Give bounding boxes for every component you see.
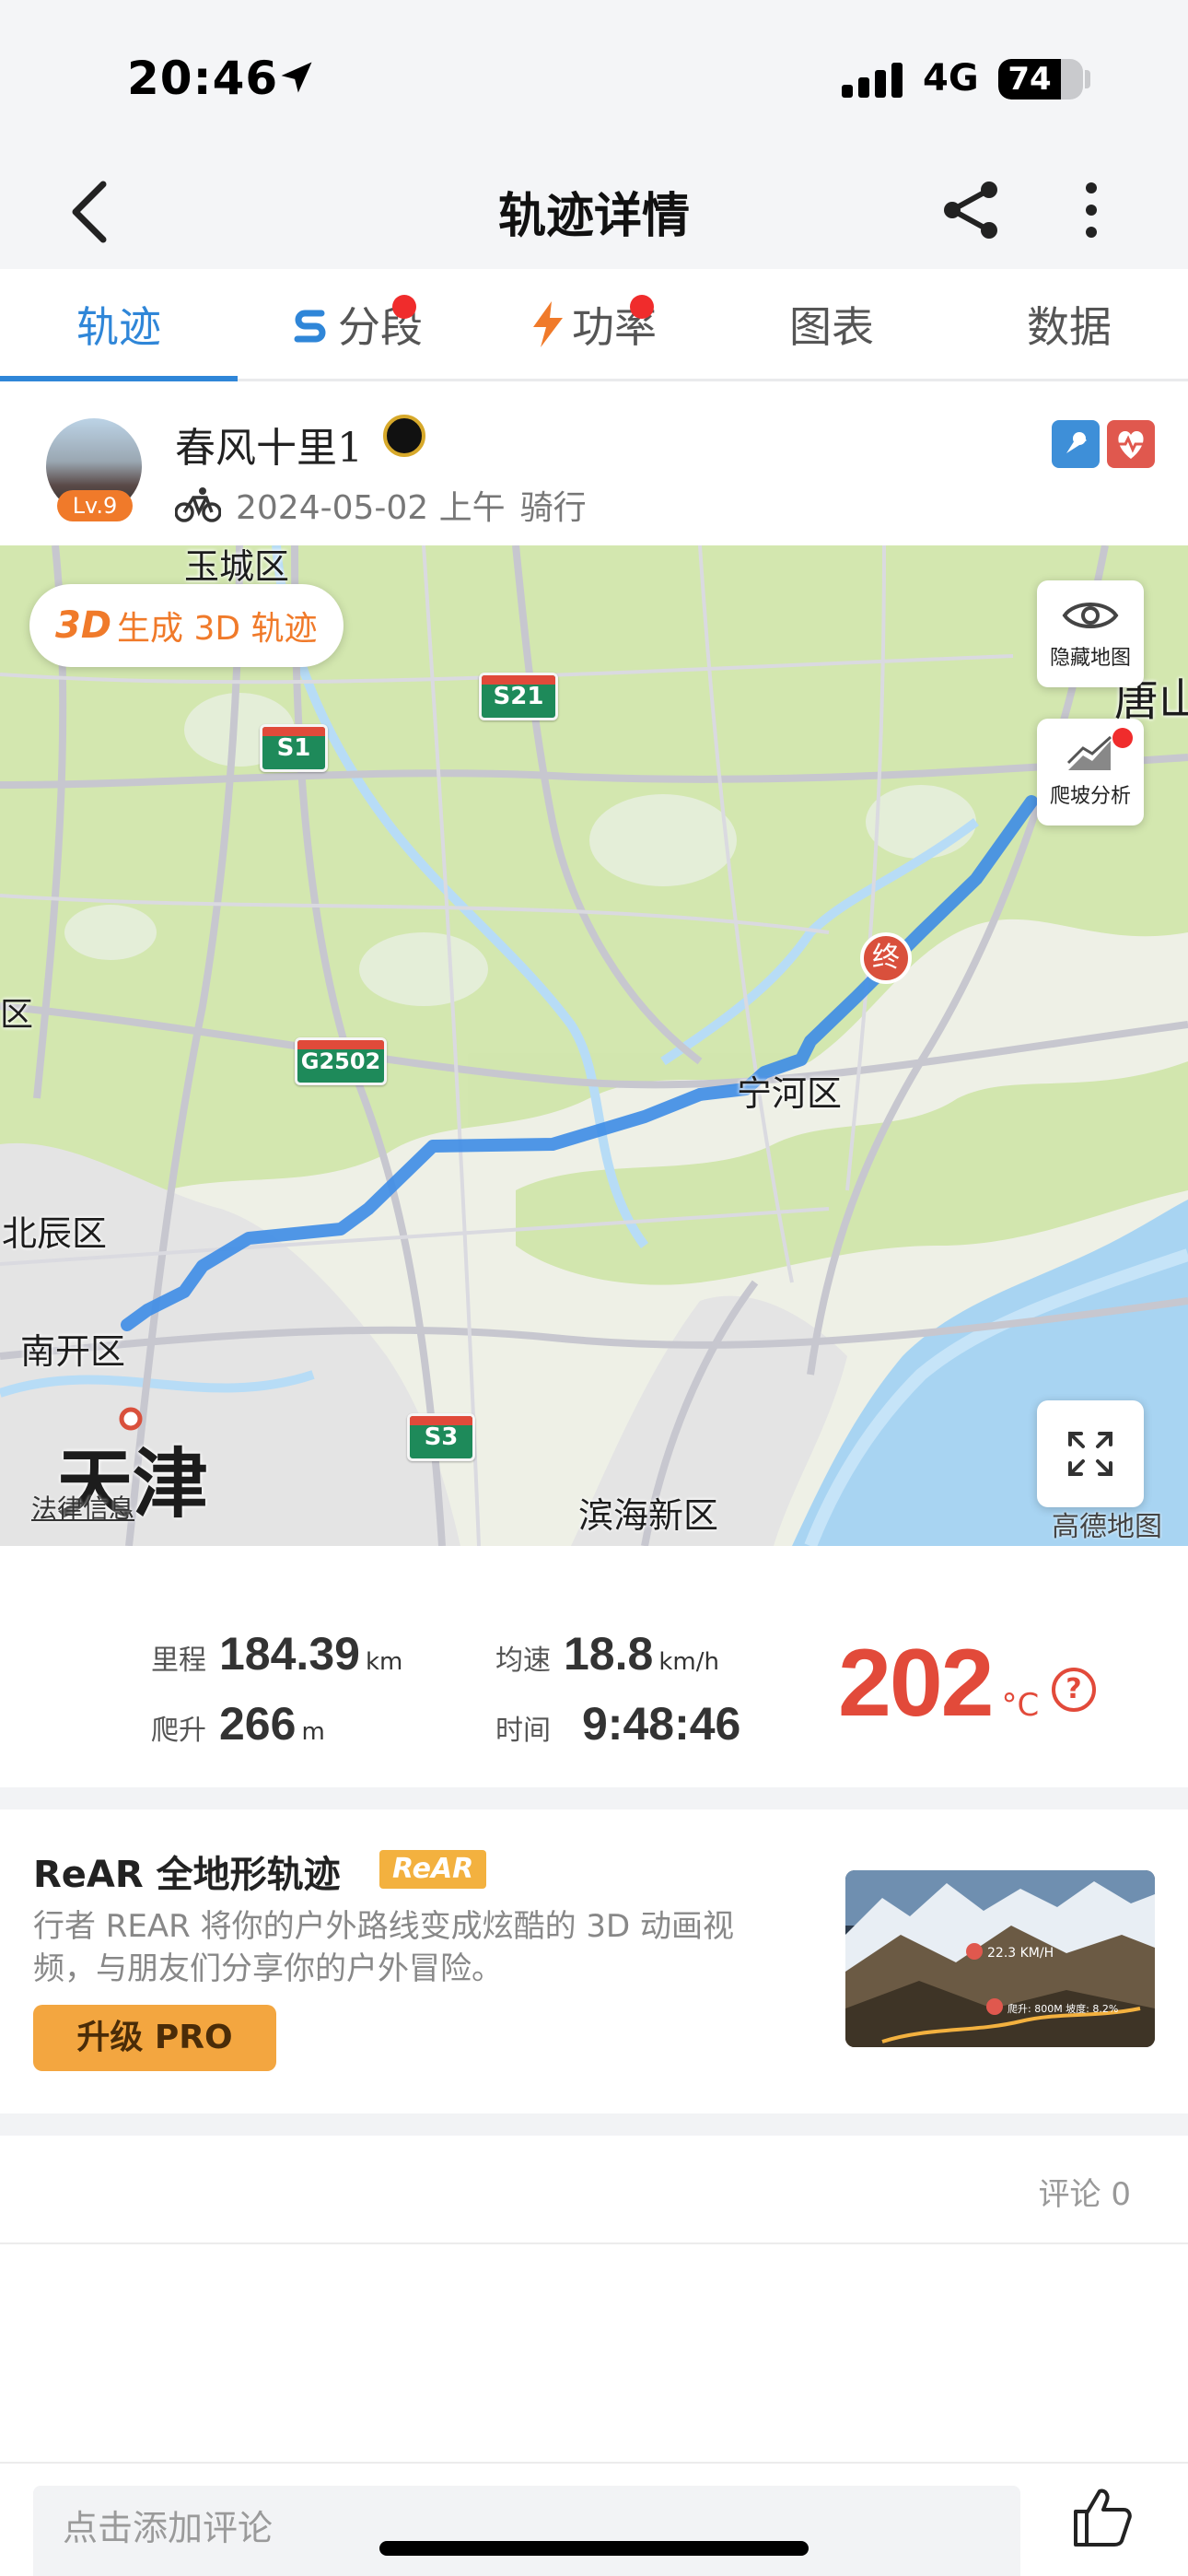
comment-input[interactable]: 点击添加评论 <box>33 2486 1020 2576</box>
promo-tag: ReAR <box>379 1850 487 1889</box>
expand-icon <box>1068 1432 1112 1476</box>
stat-value: 9:48:46 <box>582 1698 741 1750</box>
road-shield-s1: S1 <box>260 724 328 772</box>
stat-value: 184.39 <box>219 1628 360 1680</box>
home-indicator <box>379 2541 809 2556</box>
btn-3d-prefix: 3D <box>55 604 112 647</box>
comment-count: 评论 0 <box>1038 2176 1131 2213</box>
climb-analysis-label: 爬坡分析 <box>1049 785 1131 808</box>
stat-unit: km <box>365 1648 403 1676</box>
tab-charts[interactable]: 图表 <box>713 269 950 379</box>
map-label-yucheng: 玉城区 <box>184 546 290 587</box>
ride-info: 2024-05-02 上午 骑行 <box>175 481 587 529</box>
battery-indicator: 74 <box>998 59 1083 100</box>
divider <box>0 1787 1188 1809</box>
divider <box>0 2113 1188 2136</box>
tab-label: 数据 <box>1027 301 1112 352</box>
calorie-unit: °C <box>1001 1687 1040 1724</box>
medal-icon[interactable] <box>383 415 425 457</box>
share-icon[interactable] <box>939 181 1006 240</box>
map-label-nankai: 南开区 <box>20 1331 126 1372</box>
promo-title: ReAR 全地形轨迹 <box>33 1854 341 1896</box>
status-time: 20:46 <box>127 52 279 105</box>
activity-type: 骑行 <box>519 489 587 527</box>
legal-info-link[interactable]: 法律信息 <box>31 1489 134 1526</box>
route-map[interactable]: 玉城区 唐山 区 宁河区 北辰区 南开区 天津 滨海新区 S21 S1 G250… <box>0 545 1188 1546</box>
map-provider: 高德地图 <box>1052 1511 1162 1543</box>
stat-label: 里程 <box>151 1645 206 1677</box>
notification-dot <box>1112 728 1133 748</box>
calorie-value: 202 °C <box>838 1629 1039 1739</box>
help-icon[interactable]: ? <box>1052 1668 1096 1712</box>
battery-percent: 74 <box>1007 61 1052 98</box>
upgrade-pro-button[interactable]: 升级 PRO <box>33 2005 276 2071</box>
fullscreen-button[interactable] <box>1037 1400 1144 1507</box>
stat-unit: m <box>301 1718 325 1746</box>
promo-thumbnail[interactable]: 22.3 KM/H 爬升: 800M 坡度: 8.2% <box>845 1870 1155 2047</box>
segment-icon <box>294 310 326 342</box>
network-type: 4G <box>923 57 979 100</box>
level-badge: Lv.9 <box>57 490 133 521</box>
stat-label: 时间 <box>495 1715 551 1747</box>
road-shield-s3: S3 <box>407 1413 475 1461</box>
map-canvas <box>0 545 1188 1546</box>
tab-power[interactable]: 功率 <box>475 269 713 379</box>
generate-3d-button[interactable]: 3D 生成 3D 轨迹 <box>29 584 344 667</box>
stat-value: 18.8 <box>564 1628 654 1680</box>
rear-promo-card[interactable]: ReAR 全地形轨迹 ReAR 行者 REAR 将你的户外路线变成炫酷的 3D … <box>0 1809 1188 2113</box>
road-shield-s21: S21 <box>479 673 558 720</box>
mountain-thumbnail: 22.3 KM/H 爬升: 800M 坡度: 8.2% <box>845 1870 1155 2047</box>
tab-data[interactable]: 数据 <box>950 269 1188 379</box>
hide-map-label: 隐藏地图 <box>1049 647 1131 670</box>
comments-header: 评论 0 <box>0 2136 1188 2244</box>
lightning-icon <box>533 300 563 347</box>
device-badge-icon[interactable] <box>1052 420 1100 468</box>
promo-description: 行者 REAR 将你的户外路线变成炫酷的 3D 动画视频，与朋友们分享你的户外冒… <box>33 1908 735 1987</box>
notification-dot <box>630 295 654 319</box>
stat-distance: 里程 184.39 km <box>151 1627 402 1680</box>
calorie-number: 202 <box>838 1630 995 1737</box>
thumb-stats: 爬升: 800M 坡度: 8.2% <box>1007 2002 1118 2015</box>
stat-time: 时间 9:48:46 <box>495 1697 740 1751</box>
cellular-signal-icon <box>842 63 903 98</box>
tab-segments[interactable]: 分段 <box>238 269 475 379</box>
thumb-speed: 22.3 KM/H <box>987 1946 1054 1961</box>
more-vertical-icon[interactable] <box>1077 181 1105 240</box>
tab-track[interactable]: 轨迹 <box>0 269 238 381</box>
stat-unit: km/h <box>658 1648 719 1676</box>
stat-label: 均速 <box>495 1645 551 1677</box>
user-name[interactable]: 春风十里1 <box>175 415 363 474</box>
stat-speed: 均速 18.8 km/h <box>495 1627 719 1680</box>
ride-date: 2024-05-02 上午 <box>236 489 506 527</box>
eye-icon <box>1062 603 1119 628</box>
route-end-marker[interactable]: 终 <box>860 932 912 984</box>
tab-bar: 轨迹 分段 功率 图表 数据 <box>0 269 1188 381</box>
user-profile: Lv.9 春风十里1 2024-05-02 上午 骑行 <box>0 381 1188 545</box>
page-title: 轨迹详情 <box>497 189 690 244</box>
hide-map-button[interactable]: 隐藏地图 <box>1037 580 1144 687</box>
map-label-district: 区 <box>0 996 34 1034</box>
bottom-bar: 点击添加评论 <box>0 2462 1188 2576</box>
map-label-binhai: 滨海新区 <box>578 1495 719 1536</box>
location-arrow-icon <box>281 62 312 93</box>
btn-3d-label: 生成 3D 轨迹 <box>117 610 318 648</box>
header: 20:46 4G 74 轨迹详情 <box>0 0 1188 269</box>
road-shield-g2502: G2502 <box>295 1037 387 1085</box>
climb-analysis-button[interactable]: 爬坡分析 <box>1037 719 1144 825</box>
thumbs-up-icon[interactable] <box>1068 2484 1135 2550</box>
map-label-ninghe: 宁河区 <box>737 1073 843 1114</box>
map-label-beichen: 北辰区 <box>2 1213 108 1254</box>
stat-climb: 爬升 266 m <box>151 1697 325 1751</box>
tab-label: 轨迹 <box>76 301 161 352</box>
mountain-chart-icon <box>1066 735 1112 770</box>
tab-label: 图表 <box>789 301 874 352</box>
stat-value: 266 <box>219 1698 297 1750</box>
notification-dot <box>392 295 416 319</box>
heart-rate-icon[interactable] <box>1107 420 1155 468</box>
bicycle-icon <box>175 487 221 522</box>
ride-stats: 里程 184.39 km 爬升 266 m 均速 18.8 km/h 时间 9:… <box>0 1546 1188 1787</box>
stat-label: 爬升 <box>151 1715 206 1747</box>
